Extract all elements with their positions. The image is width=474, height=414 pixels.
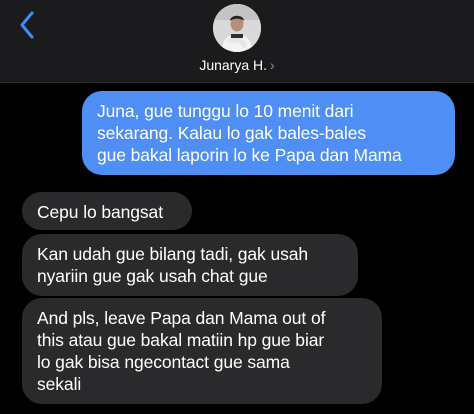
contact-name-button[interactable]: Junarya H. › xyxy=(0,56,474,74)
contact-name: Junarya H. xyxy=(199,57,268,73)
messages-screen: Junarya H. › Juna, gue tunggu lo 10 menit… xyxy=(0,0,474,414)
chevron-left-icon xyxy=(20,11,34,39)
contact-photo-icon xyxy=(213,4,261,52)
chevron-right-icon: › xyxy=(270,57,275,73)
back-button[interactable] xyxy=(14,8,44,42)
conversation-header: Junarya H. › xyxy=(0,0,474,83)
received-message-bubble[interactable]: Cepu lo bangsat xyxy=(22,192,192,230)
sent-message-bubble[interactable]: Juna, gue tunggu lo 10 menit dari sekara… xyxy=(82,91,455,175)
received-message-bubble[interactable]: And pls, leave Papa dan Mama out of this… xyxy=(22,298,382,404)
received-message-bubble[interactable]: Kan udah gue bilang tadi, gak usah nyari… xyxy=(22,234,358,296)
avatar[interactable] xyxy=(213,4,261,52)
